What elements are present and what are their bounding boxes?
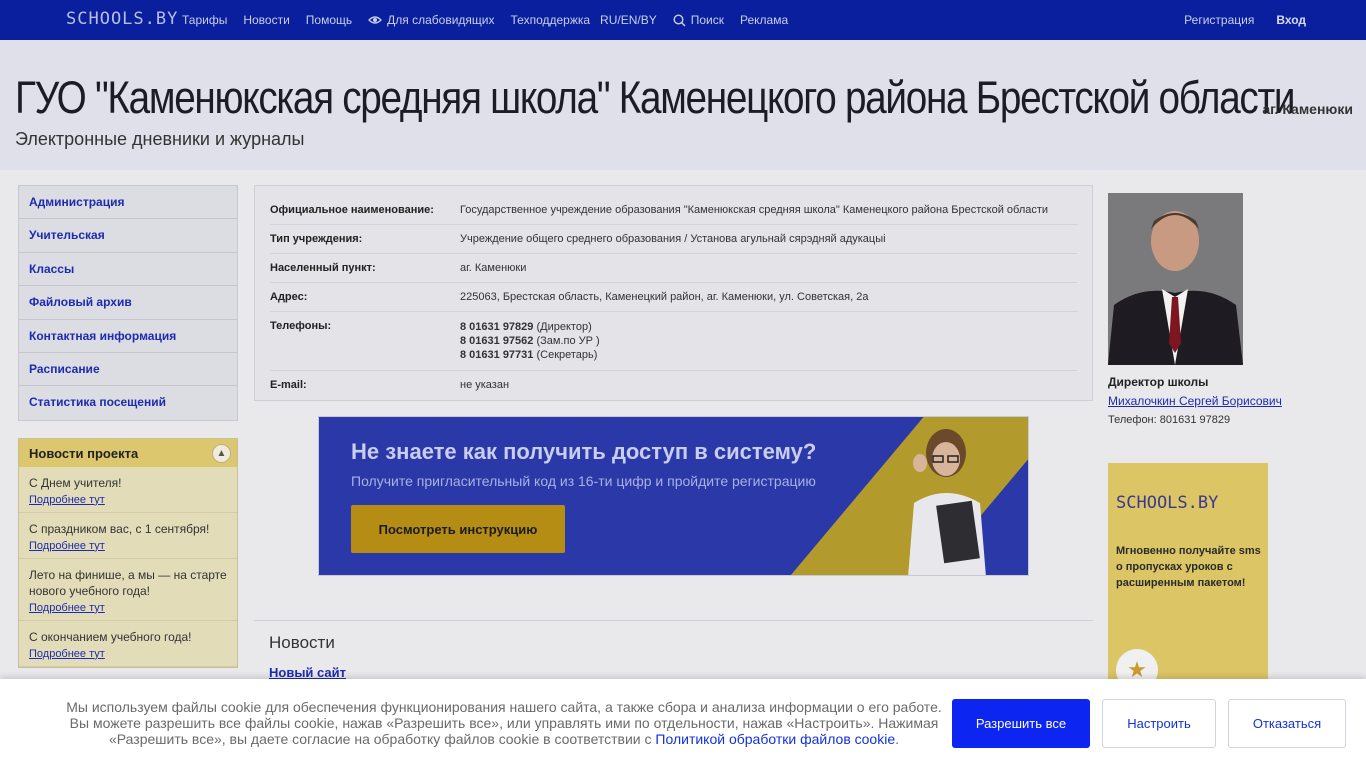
auth-links: Регистрация Вход [1184, 13, 1306, 27]
school-header: ГУО "Каменюкская средняя школа" Каменецк… [0, 40, 1366, 170]
refuse-cookies-button[interactable]: Отказаться [1228, 699, 1346, 748]
access-banner[interactable]: Не знаете как получить доступ в систему?… [318, 416, 1029, 576]
sidebar-item-schedule[interactable]: Расписание [19, 353, 237, 387]
school-village: аг. Каменюки [1262, 101, 1353, 117]
cookie-consent-bar: Мы используем файлы cookie для обеспечен… [0, 679, 1366, 768]
news-item-title: С окончанием учебного года! [29, 629, 192, 644]
table-row: Адрес: 225063, Брестская область, Камене… [270, 283, 1077, 312]
nav-language[interactable]: RU/EN/BY [600, 13, 657, 27]
news-item-title: С Днем учителя! [29, 475, 122, 490]
nav-search[interactable]: Поиск [673, 13, 724, 27]
cookie-period: . [895, 731, 900, 747]
phone-note: (Зам.по УР ) [536, 335, 600, 347]
director-portrait-image [1108, 193, 1243, 365]
woman-illustration [908, 429, 986, 575]
sidebar-item-classes[interactable]: Классы [19, 253, 237, 287]
sidebar-item-administration[interactable]: Администрация [19, 186, 237, 220]
banner-text: Получите пригласительный код из 16-ти ци… [351, 473, 816, 489]
phones-value: 8 01631 97829 (Директор) 8 01631 97562 (… [460, 320, 1077, 362]
sidebar-item-file-archive[interactable]: Файловый архив [19, 286, 237, 320]
news-item-more-link[interactable]: Подробнее тут [29, 602, 227, 614]
site-subtitle: Электронные дневники и журналы [15, 129, 305, 149]
project-news-header: Новости проекта ▲ [19, 438, 237, 467]
phones-label: Телефоны: [270, 320, 332, 332]
sidebar-menu: Администрация Учительская Классы Файловы… [18, 185, 238, 421]
project-news-title: Новости проекта [29, 445, 139, 461]
news-item-more-link[interactable]: Подробнее тут [29, 648, 227, 660]
director-phone: Телефон: 801631 97829 [1108, 414, 1231, 426]
nav-ads[interactable]: Реклама [740, 13, 788, 27]
locality-label: Населенный пункт: [270, 262, 376, 274]
project-news-box: Новости проекта ▲ С Днем учителя! Подроб… [18, 437, 238, 668]
table-row: Официальное наименование: Государственно… [270, 196, 1077, 225]
email-value: не указан [460, 379, 510, 391]
director-photo [1108, 193, 1243, 365]
nav-tariffs[interactable]: Тарифы [182, 13, 227, 27]
official-name-label: Официальное наименование: [270, 204, 434, 216]
list-item: Лето на финише, а мы — на старте нового … [19, 559, 237, 621]
allow-all-button[interactable]: Разрешить все [952, 699, 1090, 748]
nav-help[interactable]: Помощь [306, 13, 352, 27]
phone-number: 8 01631 97829 [460, 321, 534, 333]
login-link[interactable]: Вход [1276, 13, 1306, 27]
table-row: E-mail: не указан [270, 371, 1077, 399]
list-item: С окончанием учебного года! Подробнее ту… [19, 621, 237, 667]
eye-icon [368, 16, 383, 24]
phone-note: (Секретарь) [536, 349, 598, 361]
sidebar: Администрация Учительская Классы Файловы… [18, 185, 238, 668]
banner-heading: Не знаете как получить доступ в систему? [351, 439, 817, 464]
news-item-title: Лето на финише, а мы — на старте нового … [29, 567, 227, 598]
sidebar-item-contacts[interactable]: Контактная информация [19, 320, 237, 353]
register-link[interactable]: Регистрация [1184, 13, 1254, 27]
phone-number: 8 01631 97731 [460, 349, 534, 361]
table-row: Телефоны: 8 01631 97829 (Директор) 8 016… [270, 312, 1077, 371]
type-value: Учреждение общего среднего образования /… [460, 233, 886, 245]
nav-low-vision-label: Для слабовидящих [387, 13, 495, 27]
cookie-message: Мы используем файлы cookie для обеспечен… [60, 699, 948, 747]
news-item-more-link[interactable]: Подробнее тут [29, 494, 227, 506]
ad-logo: SCHOOLS.BY [1116, 493, 1219, 513]
address-label: Адрес: [270, 291, 308, 303]
school-info-table: Официальное наименование: Государственно… [254, 185, 1093, 401]
news-link[interactable]: Новый сайт [269, 665, 1078, 680]
list-item: С Днем учителя! Подробнее тут [19, 467, 237, 513]
list-item: С праздником вас, с 1 сентября! Подробне… [19, 513, 237, 559]
director-name-link[interactable]: Михалочкин Сергей Борисович [1108, 394, 1348, 408]
site-logo[interactable]: SCHOOLS.BY [66, 9, 178, 29]
news-item-title: С праздником вас, с 1 сентября! [29, 521, 210, 536]
address-value: 225063, Брестская область, Каменецкий ра… [460, 291, 869, 303]
sidebar-item-teachers-room[interactable]: Учительская [19, 219, 237, 253]
phone-note: (Директор) [536, 321, 592, 333]
top-navigation-bar: SCHOOLS.BY Тарифы Новости Помощь Для сла… [0, 0, 1366, 40]
sidebar-item-visit-stats[interactable]: Статистика посещений [19, 386, 237, 419]
nav-search-label: Поиск [690, 13, 724, 27]
phone-line: 8 01631 97829 (Директор) [460, 320, 1077, 334]
ad-text: Мгновенно получайте sms о пропусках урок… [1116, 545, 1261, 589]
locality-value: аг. Каменюки [460, 262, 527, 274]
search-icon [673, 13, 686, 27]
type-label: Тип учреждения: [270, 233, 363, 245]
news-section-heading: Новости [269, 633, 335, 652]
collapse-toggle-icon[interactable]: ▲ [212, 443, 231, 463]
phone-line: 8 01631 97562 (Зам.по УР ) [460, 334, 1077, 348]
phone-number: 8 01631 97562 [460, 335, 534, 347]
nav-low-vision[interactable]: Для слабовидящих [368, 13, 495, 27]
director-role: Директор школы [1108, 375, 1209, 389]
email-label: E-mail: [270, 379, 307, 391]
director-card: Директор школы Михалочкин Сергей Борисов… [1108, 193, 1348, 426]
official-name-value: Государственное учреждение образования "… [460, 204, 1049, 216]
cookie-settings-button[interactable]: Настроить [1102, 699, 1216, 748]
news-item-more-link[interactable]: Подробнее тут [29, 540, 227, 552]
table-row: Населенный пункт: аг. Каменюки [270, 254, 1077, 283]
nav-support[interactable]: Техподдержка [511, 13, 591, 27]
cookie-policy-link[interactable]: Политикой обработки файлов cookie [655, 731, 895, 747]
main-nav: Тарифы Новости Помощь Для слабовидящих Т… [182, 13, 788, 27]
table-row: Тип учреждения: Учреждение общего средне… [270, 225, 1077, 254]
nav-news[interactable]: Новости [243, 13, 289, 27]
view-instructions-button[interactable]: Посмотреть инструкцию [351, 505, 565, 553]
phone-line: 8 01631 97731 (Секретарь) [460, 348, 1077, 362]
sms-ad-banner[interactable]: SCHOOLS.BY Мгновенно получайте sms о про… [1108, 463, 1268, 693]
school-title: ГУО "Каменюкская средняя школа" Каменецк… [15, 72, 1296, 123]
